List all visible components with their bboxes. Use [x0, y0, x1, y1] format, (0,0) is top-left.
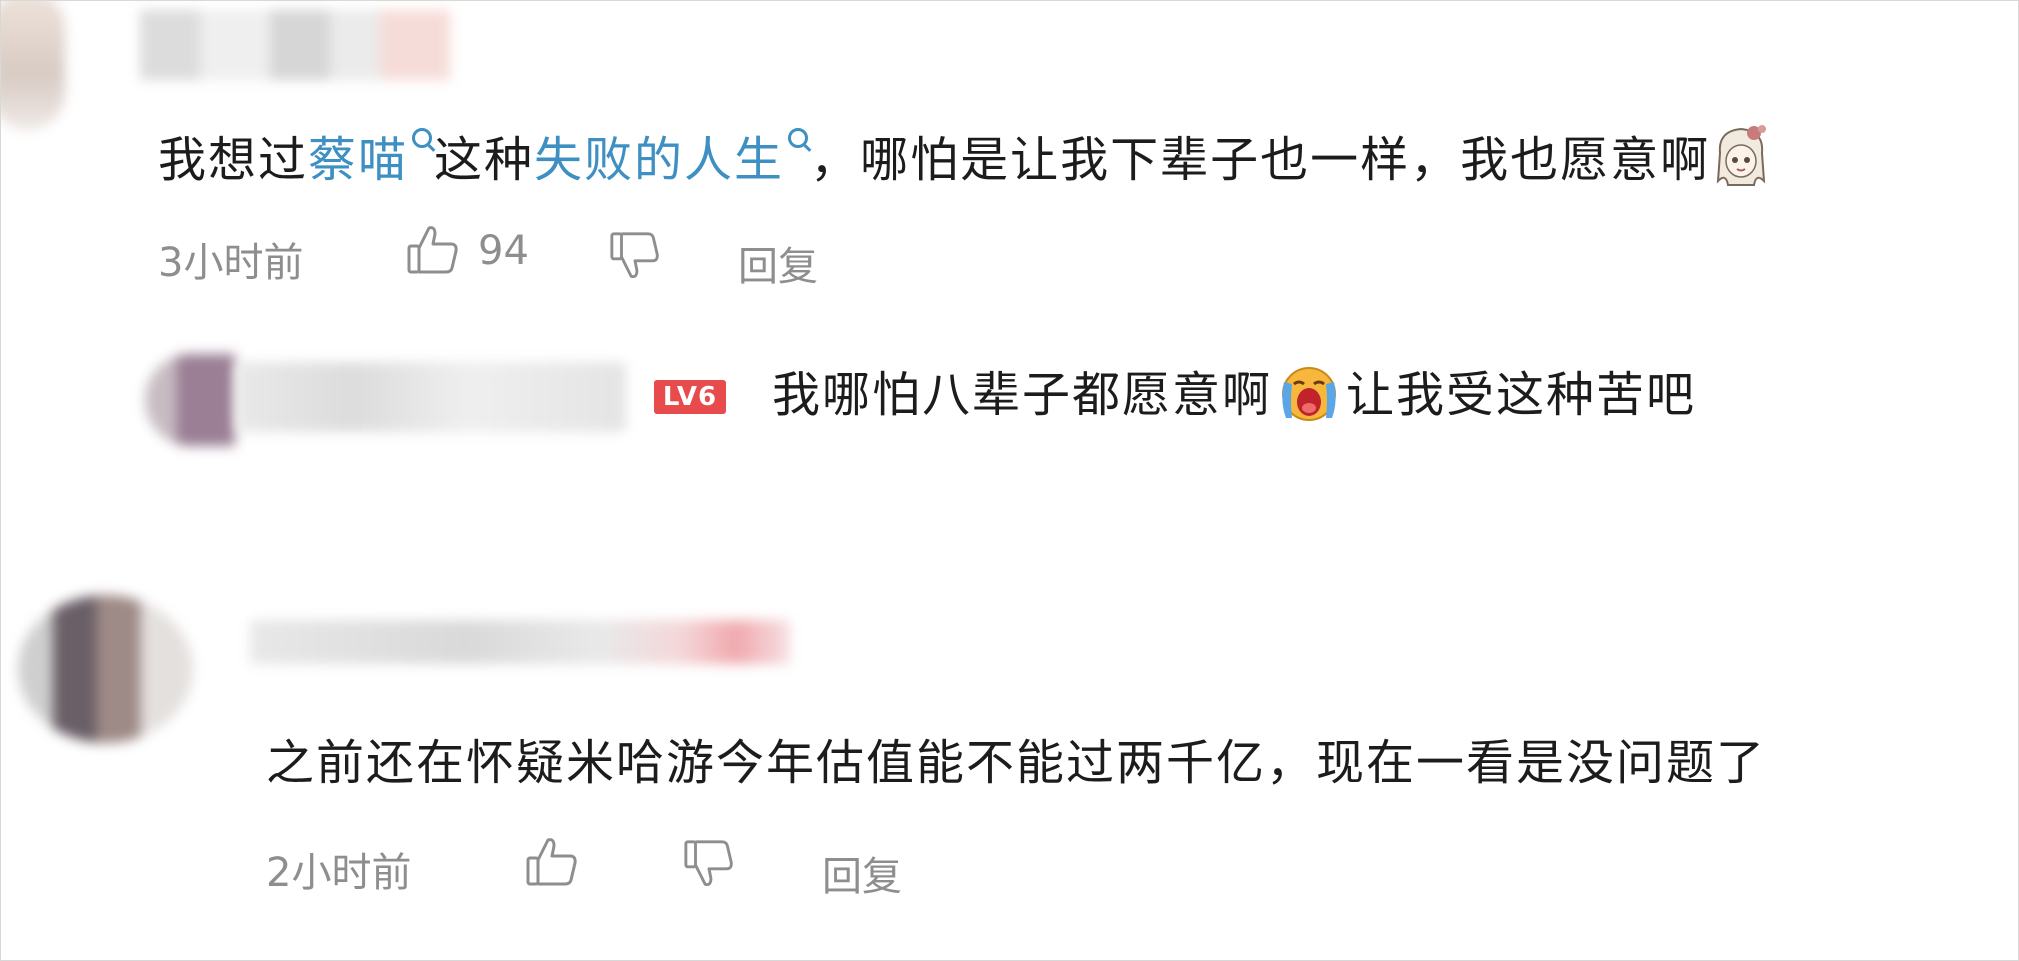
- comment-text-part: ，哪怕是让我下辈子也一样，我也愿意啊: [810, 132, 1711, 188]
- reply-text: 我哪怕八辈子都愿意啊 让我受这种苦吧: [772, 365, 1696, 426]
- reply-button[interactable]: 回复: [738, 234, 818, 292]
- reply-button[interactable]: 回复: [822, 844, 902, 902]
- comment-time: 3小时前: [158, 240, 304, 286]
- avatar[interactable]: [145, 354, 235, 446]
- girl-face-emoji-icon: [1710, 123, 1772, 193]
- search-link[interactable]: 失败的人生: [534, 132, 784, 188]
- comment-time: 2小时前: [266, 850, 412, 896]
- reply-text-part: 我哪怕八辈子都愿意啊: [772, 367, 1273, 423]
- comment-text: 之前还在怀疑米哈游今年估值能不能过两千亿，现在一看是没问题了: [266, 735, 1767, 791]
- like-count: 94: [478, 228, 529, 274]
- thumbs-down-icon[interactable]: [682, 836, 736, 890]
- search-icon[interactable]: [788, 128, 809, 148]
- crying-face-emoji-icon: [1276, 362, 1342, 426]
- username[interactable]: [250, 620, 790, 664]
- search-link[interactable]: 蔡喵: [308, 132, 408, 188]
- avatar[interactable]: [0, 0, 65, 130]
- reply-text-part: 让我受这种苦吧: [1346, 367, 1697, 423]
- comment-text-part: 这种: [434, 132, 535, 188]
- comment-text-part: 我想过: [158, 132, 309, 188]
- comment-text: 我想过蔡喵 这种失败的人生 ，哪怕是让我下辈子也一样，我也愿意啊: [158, 125, 1772, 193]
- username[interactable]: [236, 362, 626, 432]
- thumbs-up-icon[interactable]: [524, 834, 580, 890]
- username[interactable]: [140, 10, 450, 80]
- thumbs-up-icon[interactable]: [405, 222, 461, 278]
- search-icon[interactable]: [412, 128, 433, 148]
- thumbs-down-icon[interactable]: [608, 228, 662, 282]
- avatar[interactable]: [18, 595, 193, 743]
- level-badge: LV6: [654, 380, 726, 414]
